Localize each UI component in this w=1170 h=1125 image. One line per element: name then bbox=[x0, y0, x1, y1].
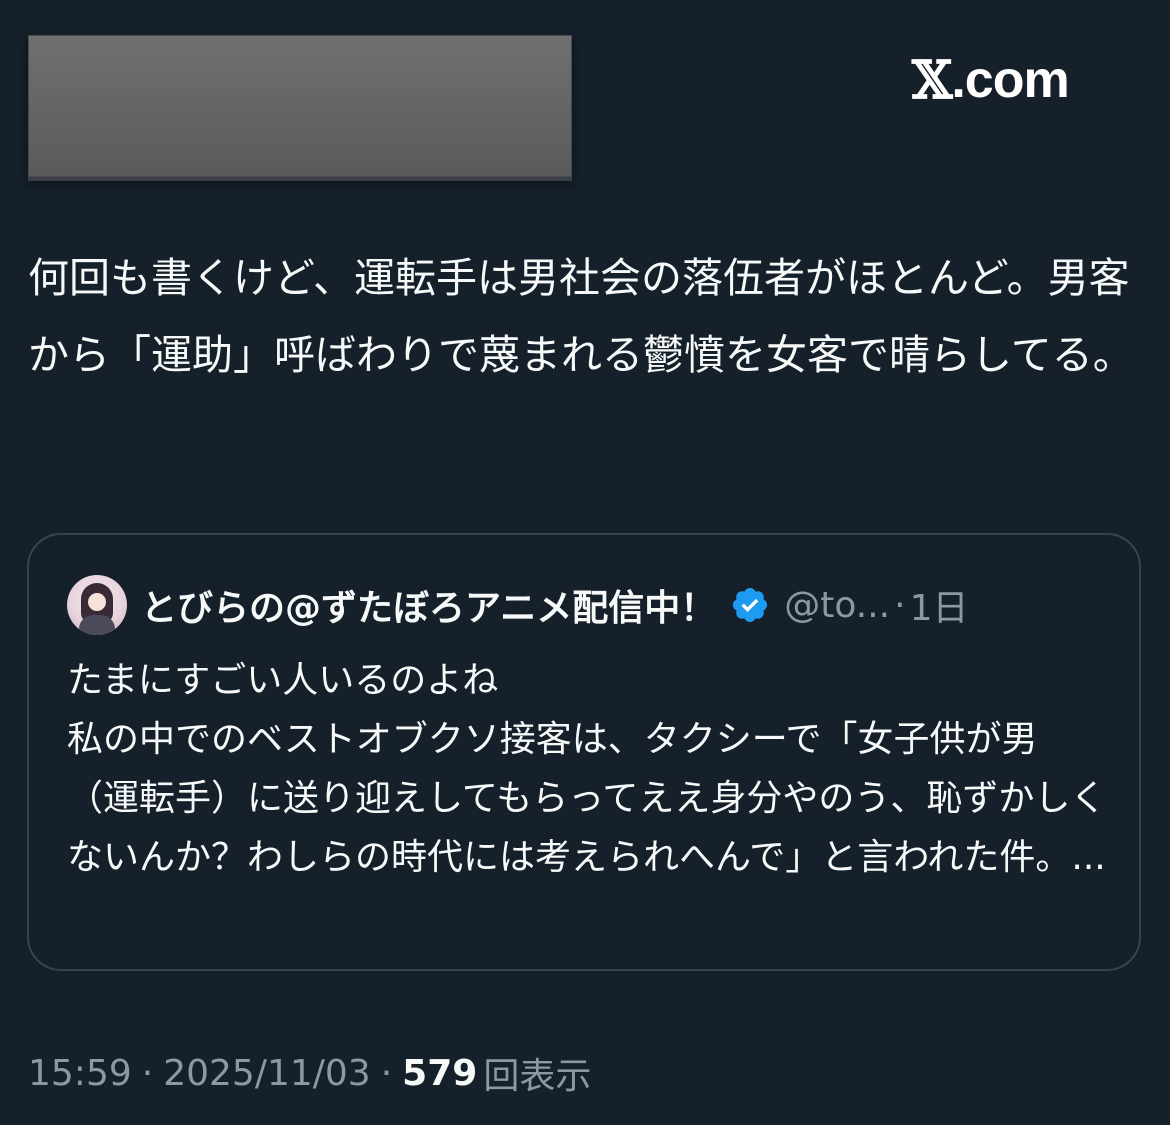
tweet-meta-row: 15:59 · 2025/11/03 · 579 回表示 bbox=[28, 1046, 591, 1100]
verified-badge-icon bbox=[733, 587, 768, 623]
quoted-timestamp[interactable]: 1日 bbox=[910, 579, 969, 631]
tweet-date[interactable]: 2025/11/03 bbox=[163, 1053, 371, 1094]
tweet-time[interactable]: 15:59 bbox=[28, 1053, 132, 1094]
quoted-tweet-header: とびらの@ずたぼろアニメ配信中！ @to... · 1日 bbox=[67, 573, 1107, 637]
meta-separator: · bbox=[141, 1052, 154, 1094]
redacted-header-block bbox=[28, 35, 572, 177]
tweet-text: 何回も書くけど、運転手は男社会の落伍者がほとんど。男客から「運助」呼ばわりで蔑ま… bbox=[28, 254, 1134, 379]
quoted-tweet-card[interactable]: とびらの@ずたぼろアニメ配信中！ @to... · 1日 たまにすごい人いるのよ… bbox=[27, 533, 1141, 971]
quoted-display-name[interactable]: とびらの@ずたぼろアニメ配信中！ bbox=[141, 579, 716, 631]
meta-separator: · bbox=[380, 1052, 393, 1094]
quoted-handle[interactable]: @to... bbox=[784, 585, 890, 626]
views-label: 回表示 bbox=[483, 1056, 592, 1097]
x-logo-icon: 𝕏 bbox=[912, 49, 952, 111]
x-com-brand-label: 𝕏 .com bbox=[912, 48, 1132, 112]
quoted-tweet-text: たまにすごい人いるのよね 私の中でのベストオブクソ接客は、タクシーで「女子供が男… bbox=[67, 660, 1107, 878]
avatar[interactable] bbox=[67, 575, 127, 635]
header-separator: · bbox=[894, 584, 906, 626]
views-count: 579 bbox=[402, 1052, 478, 1094]
brand-domain-text: .com bbox=[951, 51, 1069, 109]
